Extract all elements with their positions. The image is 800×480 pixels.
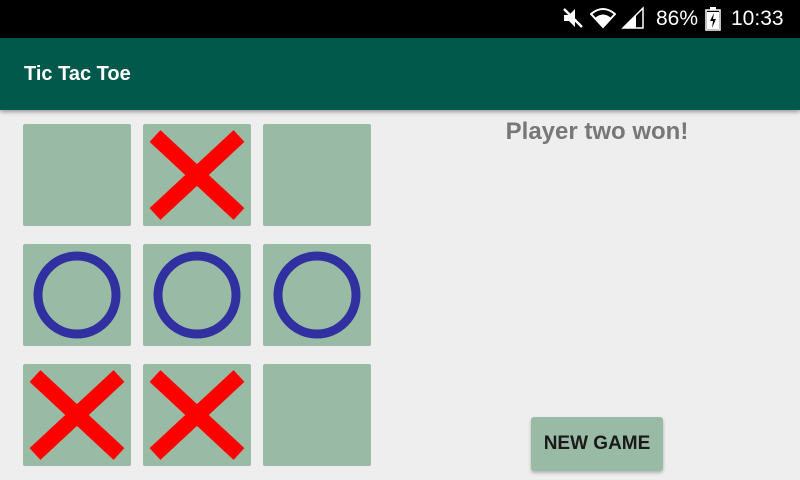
board-cell-1-1[interactable]	[143, 244, 251, 346]
board-cell-0-1[interactable]	[143, 124, 251, 226]
status-bar: 86% 10:33	[0, 0, 800, 38]
wifi-icon	[590, 8, 616, 29]
app-title: Tic Tac Toe	[24, 63, 131, 85]
board-cell-1-2[interactable]	[263, 244, 371, 346]
x-mark-icon	[149, 130, 245, 220]
app-bar: Tic Tac Toe	[0, 38, 800, 110]
clock: 10:33	[731, 7, 784, 30]
board-cell-0-0[interactable]	[23, 124, 131, 226]
signal-icon	[621, 6, 644, 29]
new-game-button[interactable]: NEW GAME	[531, 417, 663, 471]
o-mark-icon	[153, 251, 241, 339]
battery-charging-icon	[705, 7, 721, 31]
board-cell-2-0[interactable]	[23, 364, 131, 466]
mute-icon	[563, 8, 583, 28]
board-cell-1-0[interactable]	[23, 244, 131, 346]
game-status-text: Player two won!	[505, 118, 689, 145]
o-mark-icon	[273, 251, 361, 339]
x-mark-icon	[149, 370, 245, 460]
board-cell-2-2[interactable]	[263, 364, 371, 466]
board-cell-2-1[interactable]	[143, 364, 251, 466]
x-mark-icon	[29, 370, 125, 460]
o-mark-icon	[33, 251, 121, 339]
battery-percent: 86%	[656, 7, 699, 30]
board-cell-0-2[interactable]	[263, 124, 371, 226]
